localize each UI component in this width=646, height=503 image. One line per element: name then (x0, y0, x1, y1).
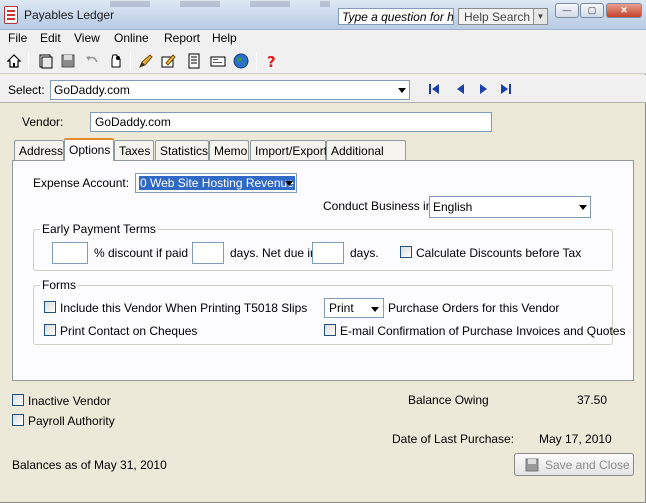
discount-percent-input[interactable] (52, 242, 88, 264)
lookup-icon[interactable] (108, 53, 124, 69)
menu-file[interactable]: File (8, 31, 27, 45)
next-record-icon[interactable] (478, 83, 490, 95)
balance-owing-label: Balance Owing (408, 393, 489, 407)
email-confirmation-checkbox[interactable] (324, 324, 336, 336)
select-row: Select: GoDaddy.com (0, 75, 646, 103)
tab-import-export[interactable]: Import/Export (250, 140, 327, 160)
edit-icon[interactable] (160, 53, 176, 69)
net-due-days-input[interactable] (312, 242, 344, 264)
save-and-close-label: Save and Close (545, 458, 630, 472)
early-payment-title: Early Payment Terms (40, 222, 158, 236)
select-vendor-combo[interactable]: GoDaddy.com (50, 80, 410, 100)
previous-record-icon[interactable] (454, 83, 466, 95)
conduct-business-label: Conduct Business in: (323, 199, 436, 213)
journal-icon[interactable] (186, 53, 202, 69)
include-t5018-checkbox[interactable] (44, 301, 56, 313)
calculate-discounts-checkbox[interactable] (400, 246, 412, 258)
help-question-input[interactable]: Type a question for help (338, 8, 454, 25)
balances-as-of-label: Balances as of May 31, 2010 (12, 458, 167, 472)
web-icon[interactable] (233, 53, 249, 69)
include-t5018-label: Include this Vendor When Printing T5018 … (60, 301, 308, 315)
chevron-down-icon[interactable] (579, 205, 587, 210)
last-purchase-value: May 17, 2010 (539, 432, 612, 446)
print-contact-label: Print Contact on Cheques (60, 324, 198, 338)
options-tab-panel: Expense Account: 0 Web Site Hosting Reve… (12, 160, 634, 381)
save-icon[interactable] (60, 53, 76, 69)
tab-statistics[interactable]: Statistics (155, 140, 209, 160)
discount-days-input[interactable] (192, 242, 224, 264)
payables-ledger-window: Payables Ledger Type a question for help… (0, 0, 646, 503)
tab-options[interactable]: Options (64, 138, 114, 161)
conduct-business-combo[interactable]: English (429, 196, 591, 218)
help-dropdown-icon[interactable]: ▼ (533, 9, 547, 24)
days-label: days. (350, 246, 379, 260)
help-search-label: Help Search (464, 10, 531, 24)
toolbar-separator (130, 52, 131, 70)
email-confirmation-label: E-mail Confirmation of Purchase Invoices… (340, 324, 626, 338)
menu-bar: File Edit View Online Report Help (0, 30, 646, 48)
save-and-close-button[interactable]: Save and Close (514, 453, 634, 476)
inactive-vendor-checkbox[interactable] (12, 394, 24, 406)
tab-memo[interactable]: Memo (209, 140, 249, 160)
menu-view[interactable]: View (74, 31, 100, 45)
open-icon[interactable] (38, 53, 54, 69)
tab-additional-info[interactable]: Additional Info (326, 140, 406, 172)
print-contact-checkbox[interactable] (44, 324, 56, 336)
select-vendor-value: GoDaddy.com (54, 83, 130, 97)
window-title: Payables Ledger (24, 8, 115, 22)
inactive-vendor-label: Inactive Vendor (28, 394, 111, 408)
purchase-order-action-value: Print (329, 301, 354, 315)
calculate-discounts-label: Calculate Discounts before Tax (416, 246, 582, 260)
discount-label: % discount if paid in (94, 246, 201, 260)
chevron-down-icon[interactable] (398, 88, 406, 93)
chevron-down-icon[interactable] (285, 181, 293, 186)
title-bar: Payables Ledger Type a question for help… (0, 0, 646, 30)
balance-owing-value: 37.50 (577, 393, 608, 407)
undo-icon[interactable] (84, 53, 100, 69)
toolbar-separator (256, 52, 257, 70)
chevron-down-icon[interactable] (371, 307, 379, 312)
expense-account-combo[interactable]: 0 Web Site Hosting Revenue (135, 173, 297, 193)
last-purchase-label: Date of Last Purchase: (392, 432, 515, 446)
select-label: Select: (8, 83, 45, 97)
email-icon[interactable] (210, 53, 226, 69)
payroll-authority-label: Payroll Authority (28, 414, 115, 428)
tab-address[interactable]: Address (14, 140, 64, 160)
tab-taxes[interactable]: Taxes (114, 140, 154, 160)
restore-button[interactable]: ▢ (580, 3, 604, 18)
save-icon (525, 458, 539, 472)
help-search-button[interactable]: Help Search ▼ (458, 8, 548, 25)
vendor-label: Vendor: (22, 115, 64, 129)
menu-help[interactable]: Help (212, 31, 237, 45)
forms-group: Forms Include this Vendor When Printing … (33, 278, 625, 345)
pencil-icon[interactable] (138, 53, 154, 69)
purchase-orders-label: Purchase Orders for this Vendor (388, 301, 560, 315)
menu-report[interactable]: Report (164, 31, 200, 45)
home-icon[interactable] (6, 53, 22, 69)
early-payment-terms-group: Early Payment Terms % discount if paid i… (33, 222, 613, 271)
expense-account-label: Expense Account: (33, 176, 130, 190)
svg-text:?: ? (267, 53, 276, 69)
last-record-icon[interactable] (500, 83, 512, 95)
toolbar: ? (0, 48, 646, 74)
vendor-name-input[interactable]: GoDaddy.com (90, 112, 492, 132)
toolbar-separator (28, 52, 29, 70)
net-due-label: days. Net due in (230, 246, 317, 260)
purchase-order-action-combo[interactable]: Print (324, 298, 384, 318)
minimize-button[interactable]: — (555, 3, 579, 18)
background-window-ghost (110, 1, 330, 7)
menu-edit[interactable]: Edit (40, 31, 61, 45)
forms-title: Forms (40, 278, 78, 292)
ledger-app-icon (4, 6, 18, 24)
close-button[interactable]: ✕ (606, 3, 642, 18)
menu-online[interactable]: Online (114, 31, 149, 45)
first-record-icon[interactable] (428, 83, 440, 95)
help-icon[interactable]: ? (264, 53, 280, 69)
conduct-business-value: English (433, 200, 473, 214)
expense-account-value: 0 Web Site Hosting Revenue (139, 176, 295, 190)
payroll-authority-checkbox[interactable] (12, 414, 24, 426)
